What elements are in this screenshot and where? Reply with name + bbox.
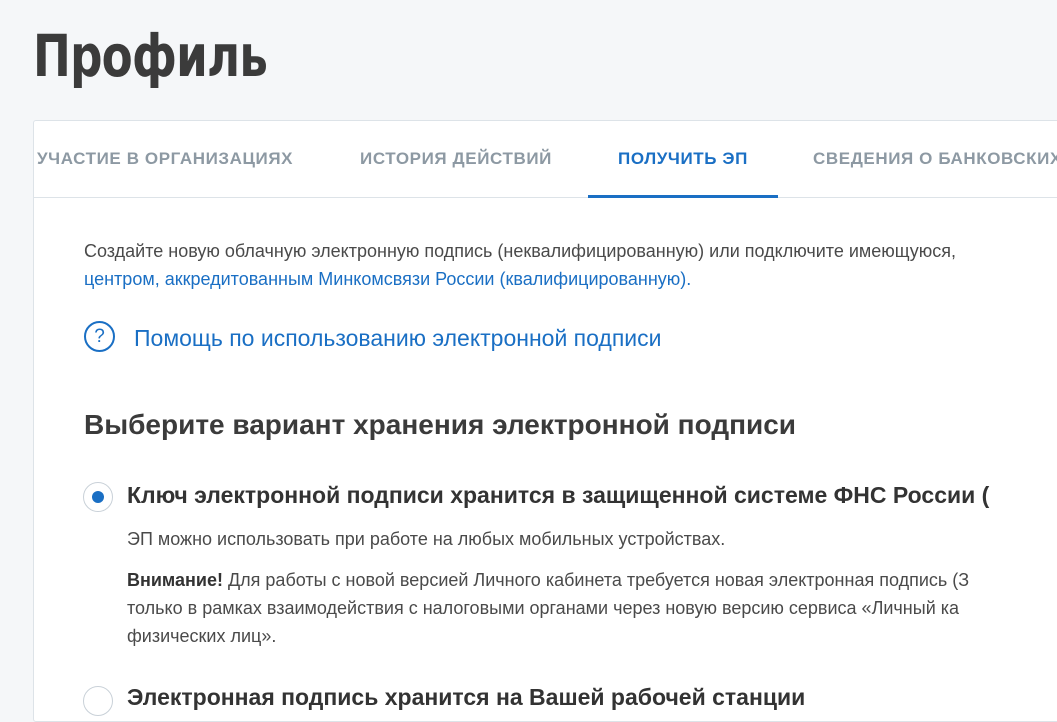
profile-card: УЧАСТИЕ В ОРГАНИЗАЦИЯХ ИСТОРИЯ ДЕЙСТВИЙ …	[33, 120, 1057, 722]
tab-bank-details[interactable]: СВЕДЕНИЯ О БАНКОВСКИХ	[813, 121, 1057, 197]
storage-option-fns-title[interactable]: Ключ электронной подписи хранится в защи…	[127, 479, 989, 511]
warning-text-1: Для работы с новой версией Личного кабин…	[227, 570, 970, 590]
warning-label: Внимание!	[127, 570, 223, 590]
section-heading: Выберите вариант хранения электронной по…	[84, 409, 797, 440]
help-link-label[interactable]: Помощь по использованию электронной подп…	[134, 321, 662, 355]
question-circle-icon[interactable]: ?	[84, 321, 115, 352]
tab-action-history[interactable]: ИСТОРИЯ ДЕЙСТВИЙ	[360, 121, 552, 197]
storage-option-workstation-radio[interactable]	[83, 686, 113, 716]
storage-option-fns-warning: Внимание! Для работы с новой версией Лич…	[127, 566, 1057, 650]
page-title: Профиль	[33, 22, 268, 90]
warning-text-2: только в рамках взаимодействия с налогов…	[127, 598, 960, 618]
warning-text-3: физических лиц».	[127, 626, 277, 646]
tab-bar: УЧАСТИЕ В ОРГАНИЗАЦИЯХ ИСТОРИЯ ДЕЙСТВИЙ …	[34, 121, 1057, 198]
tab-organizations[interactable]: УЧАСТИЕ В ОРГАНИЗАЦИЯХ	[37, 121, 293, 197]
tab-get-signature[interactable]: ПОЛУЧИТЬ ЭП	[588, 121, 778, 198]
accredited-center-link[interactable]: центром, аккредитованным Минкомсвязи Рос…	[84, 265, 1057, 293]
storage-option-fns-radio[interactable]	[83, 482, 113, 512]
intro-text: Создайте новую облачную электронную подп…	[84, 241, 957, 261]
storage-option-fns-description: ЭП можно использовать при работе на любы…	[127, 529, 726, 549]
warning-line-1: Внимание! Для работы с новой версией Лич…	[127, 566, 1057, 594]
storage-option-workstation-title[interactable]: Электронная подпись хранится на Вашей ра…	[127, 681, 805, 713]
intro-text-block: Создайте новую облачную электронную подп…	[84, 237, 1057, 293]
